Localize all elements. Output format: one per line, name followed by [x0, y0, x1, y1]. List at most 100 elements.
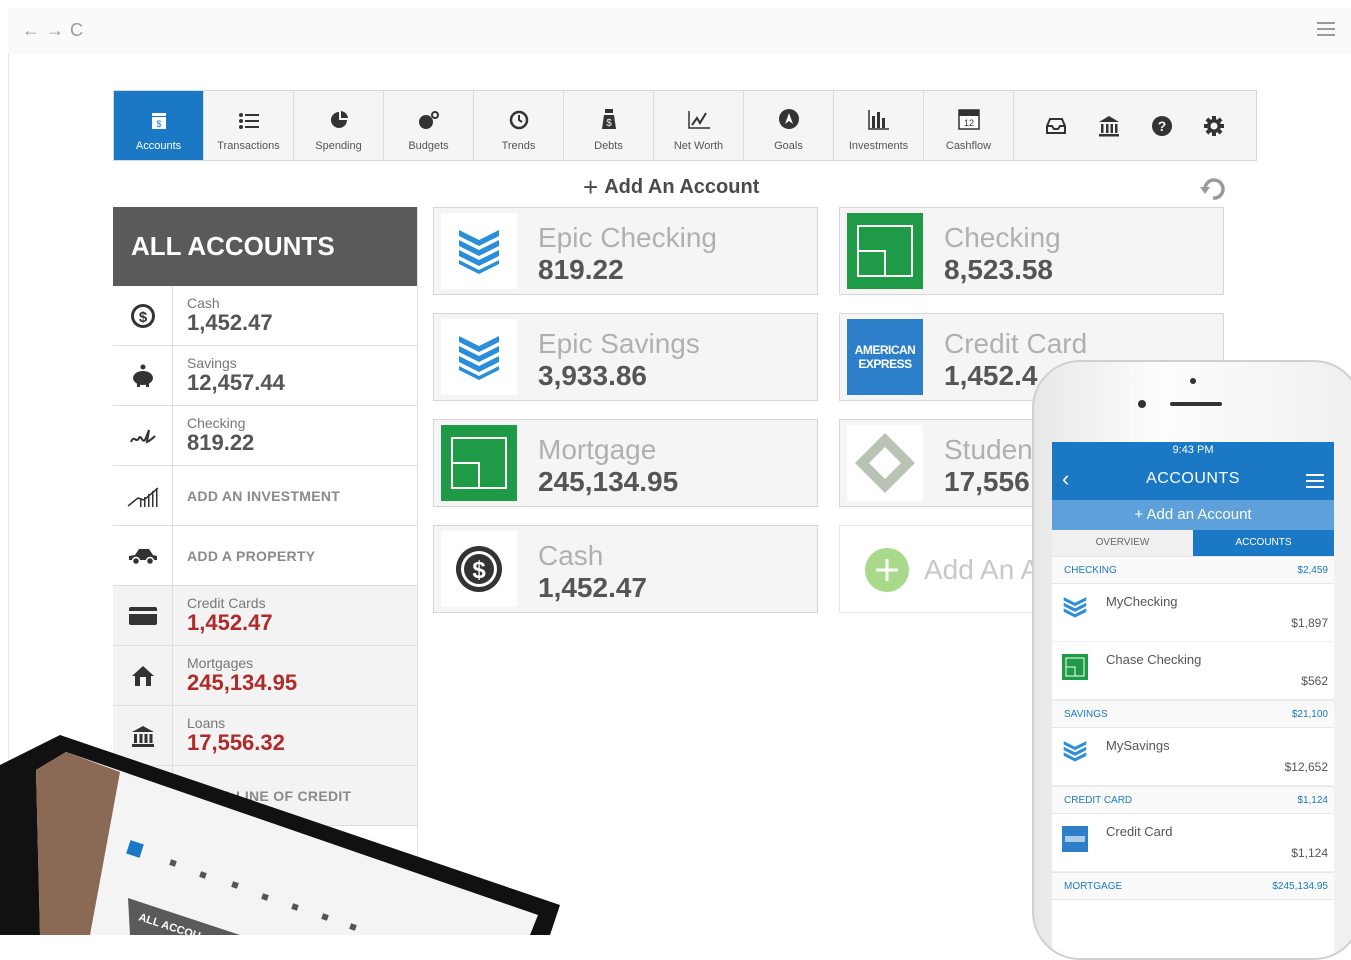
- tab-investments[interactable]: Investments: [834, 91, 924, 160]
- section-header-mortgage: MORTGAGE $245,134.95: [1052, 872, 1334, 900]
- tab-transactions[interactable]: Transactions: [204, 91, 294, 160]
- browser-nav: ←→C: [22, 20, 89, 41]
- accounts-icon: $: [151, 113, 166, 129]
- inbox-icon[interactable]: [1045, 117, 1067, 135]
- add-account-button[interactable]: + Add An Account: [583, 172, 759, 203]
- clock-icon: [509, 110, 528, 130]
- tab-spending[interactable]: Spending: [294, 91, 384, 160]
- menu-icon[interactable]: [1306, 474, 1324, 488]
- bar-chart-icon: [867, 110, 889, 130]
- car-icon: [128, 548, 157, 565]
- phone-device: 9:43 PM ‹ ACCOUNTS + Add an Account OVER…: [1032, 360, 1351, 960]
- account-name: Studen: [944, 434, 1033, 465]
- account-balance: 245,134.95: [538, 466, 679, 497]
- tab-accounts[interactable]: ACCOUNTS: [1193, 530, 1334, 556]
- sidebar-add-property[interactable]: ADD A PROPERTY: [113, 526, 417, 586]
- calendar-day: 12: [963, 118, 973, 128]
- reload-icon[interactable]: C: [70, 20, 89, 40]
- section-total: $1,124: [1297, 794, 1328, 806]
- signature-icon: [129, 429, 156, 444]
- forward-arrow-icon[interactable]: →: [46, 20, 70, 40]
- account-card-epic-checking[interactable]: Epic Checking 819.22: [433, 207, 818, 295]
- svg-text:$: $: [156, 119, 161, 129]
- gear-icon[interactable]: [1203, 115, 1225, 137]
- sidebar-action-label: ADD A PROPERTY: [187, 547, 316, 564]
- refresh-icon[interactable]: [1198, 174, 1228, 204]
- item-name: Chase Checking: [1106, 652, 1202, 667]
- plus-icon: +: [583, 172, 599, 202]
- money-bag-icon: $: [601, 109, 616, 129]
- item-name: Credit Card: [1106, 824, 1173, 839]
- tab-trends[interactable]: Trends: [474, 91, 564, 160]
- section-name: CREDIT CARD: [1064, 794, 1133, 806]
- tab-label: Investments: [848, 140, 909, 152]
- list-item[interactable]: Credit Card $1,124: [1052, 814, 1334, 872]
- phone-page-title: ACCOUNTS: [1146, 470, 1240, 487]
- green-square-logo: [441, 425, 517, 501]
- green-square-logo: [847, 213, 923, 289]
- sidebar-title: ALL ACCOUNTS: [113, 207, 417, 286]
- item-value: $562: [1301, 674, 1328, 688]
- account-name: Cash: [538, 540, 604, 571]
- tab-net-worth[interactable]: Net Worth: [654, 91, 744, 160]
- tab-label: Trends: [501, 140, 536, 152]
- amex-logo-text: AMERICAN: [854, 343, 916, 357]
- phone-screen: 9:43 PM ‹ ACCOUNTS + Add an Account OVER…: [1052, 442, 1334, 958]
- credit-card-icon: [128, 606, 157, 625]
- tab-goals[interactable]: Goals: [744, 91, 834, 160]
- account-card-epic-savings[interactable]: Epic Savings 3,933.86: [433, 313, 818, 401]
- bank-icon[interactable]: [1097, 115, 1121, 137]
- plus-circle-icon: [865, 548, 909, 592]
- section-name: SAVINGS: [1064, 708, 1108, 720]
- tab-cashflow[interactable]: 12 Cashflow: [924, 91, 1014, 160]
- account-name: Mortgage: [538, 434, 657, 465]
- tab-label: Spending: [315, 140, 362, 152]
- tab-debts[interactable]: $ Debts: [564, 91, 654, 160]
- menu-icon[interactable]: [1317, 22, 1335, 40]
- phone-sensor: [1138, 400, 1146, 408]
- list-item[interactable]: MyChecking $1,897: [1052, 584, 1334, 642]
- account-balance: 1,452.47: [538, 572, 647, 603]
- list-item[interactable]: MySavings $12,652: [1052, 728, 1334, 786]
- phone-add-account-button[interactable]: + Add an Account: [1052, 500, 1334, 530]
- account-name: Credit Card: [944, 328, 1088, 359]
- tab-label: Net Worth: [673, 140, 724, 152]
- tab-overview[interactable]: OVERVIEW: [1052, 530, 1193, 556]
- account-card-mortgage[interactable]: Mortgage 245,134.95: [433, 419, 818, 507]
- sidebar-item-cash[interactable]: $ Cash 1,452.47: [113, 286, 417, 346]
- sidebar-item-value: 12,457.44: [187, 370, 285, 395]
- phone-camera: [1190, 378, 1196, 384]
- sidebar-item-checking[interactable]: Checking 819.22: [113, 406, 417, 466]
- svg-text:$: $: [472, 557, 486, 584]
- sidebar-item-mortgages[interactable]: Mortgages 245,134.95: [113, 646, 417, 706]
- account-name: Epic Savings: [538, 328, 700, 359]
- chevron-stack-logo: [441, 319, 517, 395]
- sidebar-item-label: Loans: [187, 715, 226, 731]
- tab-accounts[interactable]: $ Accounts: [114, 91, 204, 160]
- chevron-stack-logo: [1063, 741, 1087, 762]
- back-arrow-icon[interactable]: ←: [22, 20, 46, 40]
- laptop-device-image: ALL ACCOU: [0, 735, 560, 935]
- section-header-savings: SAVINGS $21,100: [1052, 700, 1334, 728]
- account-card-checking[interactable]: Checking 8,523.58: [839, 207, 1224, 295]
- account-card-cash[interactable]: $ Cash 1,452.47: [433, 525, 818, 613]
- item-value: $1,124: [1291, 846, 1328, 860]
- sidebar-item-credit-cards[interactable]: Credit Cards 1,452.47: [113, 586, 417, 646]
- green-square-logo: [1062, 654, 1088, 680]
- sidebar-add-investment[interactable]: ADD AN INVESTMENT: [113, 466, 417, 526]
- svg-text:$: $: [606, 118, 612, 129]
- help-icon[interactable]: ?: [1151, 115, 1173, 137]
- piggy-bank-icon: [132, 364, 153, 387]
- tab-label: Goals: [774, 140, 803, 152]
- app-toolbar: $ Accounts Transactions Spending Budgets…: [113, 90, 1257, 161]
- sidebar-item-savings[interactable]: Savings 12,457.44: [113, 346, 417, 406]
- tab-label: Budgets: [408, 140, 449, 152]
- list-item[interactable]: Chase Checking $562: [1052, 642, 1334, 700]
- tab-budgets[interactable]: Budgets: [384, 91, 474, 160]
- account-name: Checking: [944, 222, 1061, 253]
- list-icon: [238, 113, 259, 129]
- dollar-coin-logo: $: [441, 531, 517, 607]
- item-name: MyChecking: [1106, 594, 1178, 609]
- growth-chart-icon: [127, 486, 158, 507]
- section-header-checking: CHECKING $2,459: [1052, 556, 1334, 584]
